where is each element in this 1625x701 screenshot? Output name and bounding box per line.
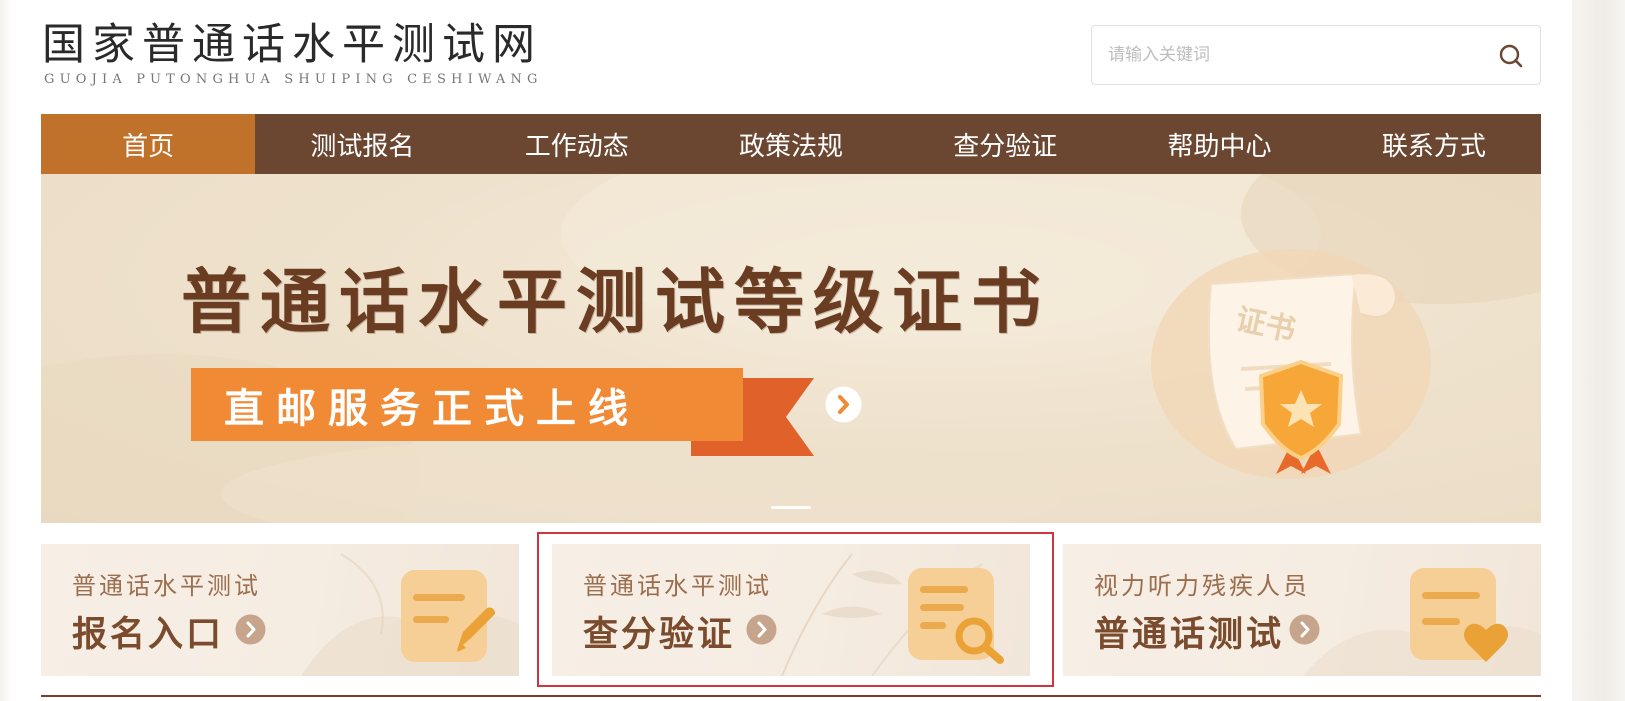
nav-item-help[interactable]: 帮助中心: [1112, 114, 1326, 174]
document-search-icon: [908, 568, 1004, 664]
form-edit-icon: [401, 570, 495, 662]
nav-item-policy[interactable]: 政策法规: [684, 114, 898, 174]
card-subtitle: 普通话水平测试: [72, 572, 261, 600]
document-heart-icon: [1410, 568, 1508, 662]
card-registration[interactable]: 普通话水平测试 报名入口: [41, 544, 519, 676]
banner-cta-button[interactable]: 直邮服务正式上线: [191, 368, 862, 441]
card-title: 查分验证: [583, 615, 736, 655]
nav-item-home[interactable]: 首页: [41, 114, 256, 174]
certificate-scroll-icon: 证书: [1151, 249, 1431, 479]
section-divider: [41, 695, 1541, 697]
carousel-indicator[interactable]: [771, 506, 811, 509]
search-input[interactable]: [1108, 26, 1468, 84]
chevron-right-circle-icon: [235, 614, 266, 645]
page-edge-right: [1572, 0, 1625, 701]
card-subtitle: 普通话水平测试: [583, 572, 772, 600]
site-subtitle: GUOJIA PUTONGHUA SHUIPING CESHIWANG: [44, 72, 543, 87]
search-icon[interactable]: [1498, 43, 1524, 69]
nav-item-news[interactable]: 工作动态: [470, 114, 684, 174]
banner-title: 普通话水平测试等级证书: [181, 260, 1050, 343]
chevron-right-circle-icon: [746, 614, 777, 645]
chevron-right-circle-icon: [825, 386, 862, 423]
card-title: 报名入口: [72, 615, 225, 655]
chevron-right-circle-icon: [1289, 614, 1320, 645]
banner-carousel[interactable]: 普通话水平测试等级证书 直邮服务正式上线 证书: [41, 174, 1541, 523]
card-subtitle: 视力听力残疾人员: [1094, 572, 1310, 600]
search-box: [1091, 25, 1541, 85]
nav-item-registration[interactable]: 测试报名: [255, 114, 469, 174]
banner-cta-label: 直邮服务正式上线: [224, 385, 640, 432]
site-title[interactable]: 国家普通话水平测试网: [42, 18, 542, 72]
page-edge-left: [0, 0, 12, 701]
nav-item-contact[interactable]: 联系方式: [1327, 114, 1541, 174]
card-title: 普通话测试: [1094, 615, 1285, 655]
main-nav: 首页 测试报名 工作动态 政策法规 查分验证 帮助中心 联系方式: [41, 114, 1541, 174]
nav-item-score-check[interactable]: 查分验证: [898, 114, 1112, 174]
card-score-check[interactable]: 普通话水平测试 查分验证: [552, 544, 1030, 676]
card-disability-test[interactable]: 视力听力残疾人员 普通话测试: [1063, 544, 1541, 676]
